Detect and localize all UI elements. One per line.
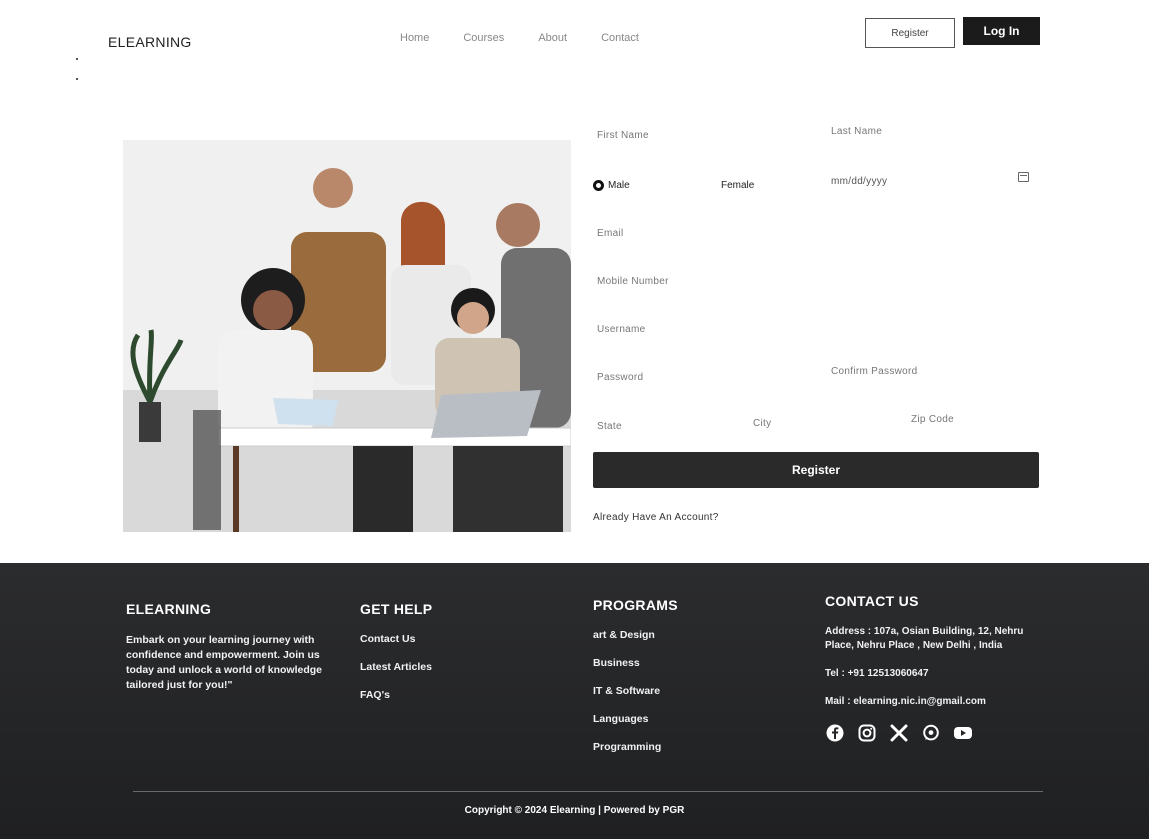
- footer-brand: ELEARNING: [126, 601, 212, 617]
- radio-selected-icon: [593, 180, 604, 191]
- calendar-icon[interactable]: [1018, 172, 1029, 182]
- youtube-icon[interactable]: [953, 723, 973, 743]
- first-name-field[interactable]: First Name: [597, 130, 649, 141]
- decorative-dot: [76, 78, 78, 80]
- footer-link-faqs[interactable]: FAQ's: [360, 689, 560, 701]
- username-field[interactable]: Username: [597, 324, 646, 335]
- site-footer: ELEARNING Embark on your learning journe…: [0, 563, 1149, 839]
- register-submit-button[interactable]: Register: [593, 452, 1039, 488]
- nav-courses[interactable]: Courses: [463, 32, 504, 44]
- confirm-password-field[interactable]: Confirm Password: [831, 366, 918, 377]
- nav-home[interactable]: Home: [400, 32, 429, 44]
- hero-team-photo: [123, 140, 571, 532]
- x-icon[interactable]: [889, 723, 909, 743]
- dob-field[interactable]: mm/dd/yyyy: [831, 176, 887, 187]
- footer-contact-title: CONTACT US: [825, 593, 919, 609]
- city-field[interactable]: City: [753, 418, 771, 429]
- footer-mail[interactable]: Mail : elearning.nic.in@gmail.com: [825, 695, 1045, 709]
- already-have-account-link[interactable]: Already Have An Account?: [593, 512, 719, 523]
- gender-male-radio[interactable]: Male: [593, 180, 630, 191]
- register-button[interactable]: Register: [865, 18, 955, 48]
- footer-address: Address : 107a, Osian Building, 12, Nehr…: [825, 626, 1024, 651]
- social-links: [825, 723, 1045, 743]
- nav-contact[interactable]: Contact: [601, 32, 639, 44]
- gender-female-radio[interactable]: Female: [721, 180, 754, 191]
- state-field[interactable]: State: [597, 421, 622, 432]
- decorative-dot: [76, 58, 78, 60]
- email-field[interactable]: Email: [597, 228, 624, 239]
- footer-program-it-software[interactable]: IT & Software: [593, 685, 793, 697]
- footer-link-latest-articles[interactable]: Latest Articles: [360, 661, 560, 673]
- footer-tel[interactable]: Tel : +91 12513060647: [825, 667, 1045, 681]
- footer-programs-title: PROGRAMS: [593, 597, 678, 613]
- instagram-icon[interactable]: [857, 723, 877, 743]
- login-button[interactable]: Log In: [963, 17, 1040, 45]
- footer-program-languages[interactable]: Languages: [593, 713, 793, 725]
- facebook-icon[interactable]: [825, 723, 845, 743]
- footer-contact-column: CONTACT US Address : 107a, Osian Buildin…: [825, 593, 1045, 743]
- team-photo-illustration: [123, 140, 571, 532]
- footer-program-art-design[interactable]: art & Design: [593, 629, 793, 641]
- footer-divider: [133, 791, 1043, 792]
- gender-female-label: Female: [721, 180, 755, 191]
- footer-link-contact-us[interactable]: Contact Us: [360, 633, 560, 645]
- footer-help-column: GET HELP Contact Us Latest Articles FAQ'…: [360, 601, 560, 717]
- password-field[interactable]: Password: [597, 372, 643, 383]
- footer-program-business[interactable]: Business: [593, 657, 793, 669]
- main-nav: Home Courses About Contact: [400, 32, 673, 44]
- footer-about-column: ELEARNING Embark on your learning journe…: [126, 601, 341, 693]
- mobile-number-field[interactable]: Mobile Number: [597, 276, 669, 287]
- gender-male-label: Male: [608, 180, 630, 191]
- whatsapp-icon[interactable]: [921, 723, 941, 743]
- last-name-field[interactable]: Last Name: [831, 126, 882, 137]
- footer-programs-column: PROGRAMS art & Design Business IT & Soft…: [593, 597, 793, 769]
- nav-about[interactable]: About: [538, 32, 567, 44]
- brand-logo-text[interactable]: ELEARNING: [108, 34, 192, 50]
- footer-program-programming[interactable]: Programming: [593, 741, 793, 753]
- footer-help-title: GET HELP: [360, 601, 433, 617]
- zip-code-field[interactable]: Zip Code: [911, 414, 954, 425]
- footer-copyright: Copyright © 2024 Elearning | Powered by …: [464, 805, 685, 816]
- footer-tagline: Embark on your learning journey with con…: [126, 634, 323, 691]
